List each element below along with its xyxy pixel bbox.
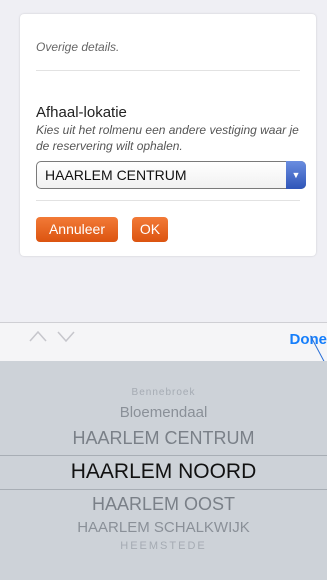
picker-option-selected[interactable]: HAARLEM NOORD (0, 460, 327, 484)
pickup-location-help: Kies uit het rolmenu een andere vestigin… (36, 123, 299, 153)
location-picker-wheel[interactable]: Bennebroek Bloemendaal HAARLEM CENTRUM H… (0, 361, 327, 580)
picker-option[interactable]: Bennebroek (0, 387, 327, 398)
picker-selection-line (0, 455, 327, 456)
location-select-value: HAARLEM CENTRUM (45, 167, 187, 183)
picker-selection-line (0, 489, 327, 490)
picker-option[interactable]: HEEMSTEDE (0, 540, 327, 552)
picker-option[interactable]: HAARLEM CENTRUM (0, 428, 327, 449)
chevron-down-icon[interactable] (56, 329, 76, 343)
picker-option[interactable]: Bloemendaal (0, 404, 327, 421)
location-select[interactable]: HAARLEM CENTRUM ▼ (36, 161, 306, 189)
pickup-location-title: Afhaal-lokatie (36, 104, 127, 121)
reservation-card: Overige details. Afhaal-lokatie Kies uit… (20, 14, 316, 256)
divider (36, 70, 300, 71)
picker-option[interactable]: HAARLEM OOST (0, 494, 327, 515)
done-button[interactable]: Done (290, 331, 327, 348)
cancel-button[interactable]: Annuleer (36, 217, 118, 242)
chevron-up-icon[interactable] (28, 329, 48, 343)
other-details-note: Overige details. (36, 40, 120, 54)
keyboard-toolbar: Done (0, 322, 327, 361)
dropdown-arrow-icon[interactable]: ▼ (286, 161, 306, 189)
divider (36, 200, 300, 201)
picker-option[interactable]: HAARLEM SCHALKWIJK (0, 519, 327, 536)
ok-button[interactable]: OK (132, 217, 168, 242)
